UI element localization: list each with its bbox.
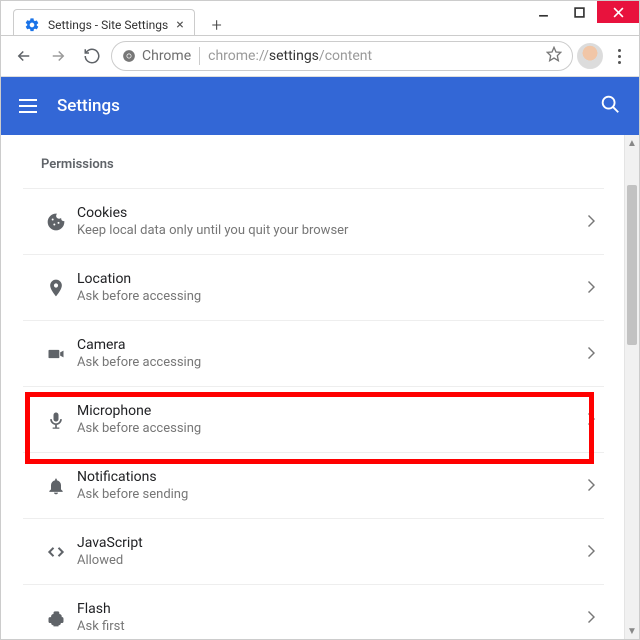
row-title: JavaScript xyxy=(77,535,588,551)
row-text: Flash Ask first xyxy=(77,601,588,634)
window-close-button[interactable] xyxy=(597,1,639,23)
notifications-icon xyxy=(35,476,77,496)
javascript-icon xyxy=(35,542,77,562)
row-text: JavaScript Allowed xyxy=(77,535,588,568)
permission-row-flash[interactable]: Flash Ask first xyxy=(23,584,604,639)
permission-row-camera[interactable]: Camera Ask before accessing xyxy=(23,320,604,386)
chevron-right-icon xyxy=(588,542,596,561)
row-desc: Ask before accessing xyxy=(77,355,588,370)
row-title: Location xyxy=(77,271,588,287)
cookies-icon xyxy=(35,212,77,232)
menu-icon[interactable] xyxy=(19,95,41,117)
row-desc: Keep local data only until you quit your… xyxy=(77,223,588,238)
row-desc: Ask first xyxy=(77,619,588,634)
settings-list: Permissions Cookies Keep local data only … xyxy=(1,135,624,639)
row-desc: Ask before sending xyxy=(77,487,588,502)
chevron-right-icon xyxy=(588,212,596,231)
browser-toolbar: Chrome chrome://settings/content xyxy=(1,35,639,77)
content-area: Permissions Cookies Keep local data only … xyxy=(1,135,639,639)
scrollbar[interactable]: ▲ ▼ xyxy=(624,135,639,639)
chevron-right-icon xyxy=(588,410,596,429)
row-desc: Ask before accessing xyxy=(77,421,588,436)
scroll-thumb[interactable] xyxy=(627,185,637,345)
scroll-down-arrow[interactable]: ▼ xyxy=(625,623,639,639)
tab-strip: Settings - Site Settings × + xyxy=(1,5,499,39)
row-text: Location Ask before accessing xyxy=(77,271,588,304)
camera-icon xyxy=(35,344,77,364)
flash-icon xyxy=(35,608,77,628)
row-text: Camera Ask before accessing xyxy=(77,337,588,370)
microphone-icon xyxy=(35,410,77,430)
browser-menu-button[interactable] xyxy=(607,49,631,64)
chevron-right-icon xyxy=(588,608,596,627)
row-title: Flash xyxy=(77,601,588,617)
profile-avatar[interactable] xyxy=(577,43,603,69)
row-desc: Ask before accessing xyxy=(77,289,588,304)
chrome-icon xyxy=(122,49,136,63)
location-icon xyxy=(35,278,77,298)
back-button[interactable] xyxy=(9,41,39,71)
window-maximize-button[interactable] xyxy=(561,1,597,23)
row-text: Cookies Keep local data only until you qu… xyxy=(77,205,588,238)
chrome-scheme-badge: Chrome xyxy=(122,48,191,64)
row-title: Camera xyxy=(77,337,588,353)
permission-row-javascript[interactable]: JavaScript Allowed xyxy=(23,518,604,584)
window-minimize-button[interactable] xyxy=(525,1,561,23)
divider xyxy=(199,47,200,65)
row-title: Microphone xyxy=(77,403,588,419)
scheme-label: Chrome xyxy=(142,48,191,64)
search-button[interactable] xyxy=(599,93,621,119)
chevron-right-icon xyxy=(588,476,596,495)
chevron-right-icon xyxy=(588,344,596,363)
settings-header: Settings xyxy=(1,77,639,135)
permission-row-location[interactable]: Location Ask before accessing xyxy=(23,254,604,320)
page-title: Settings xyxy=(57,96,120,116)
permission-row-cookies[interactable]: Cookies Keep local data only until you qu… xyxy=(23,188,604,254)
section-title: Permissions xyxy=(23,135,604,188)
close-icon[interactable]: × xyxy=(176,17,183,33)
row-text: Notifications Ask before sending xyxy=(77,469,588,502)
forward-button[interactable] xyxy=(43,41,73,71)
row-desc: Allowed xyxy=(77,553,588,568)
window-frame: Settings - Site Settings × + Chrome chro… xyxy=(0,0,640,640)
address-bar[interactable]: Chrome chrome://settings/content xyxy=(111,41,573,71)
scroll-up-arrow[interactable]: ▲ xyxy=(625,135,639,151)
row-text: Microphone Ask before accessing xyxy=(77,403,588,436)
url-text: chrome://settings/content xyxy=(208,48,372,64)
bookmark-star-icon[interactable] xyxy=(546,46,562,66)
row-title: Notifications xyxy=(77,469,588,485)
chevron-right-icon xyxy=(588,278,596,297)
reload-button[interactable] xyxy=(77,41,107,71)
row-title: Cookies xyxy=(77,205,588,221)
tab-title: Settings - Site Settings xyxy=(48,18,168,32)
permission-row-notifications[interactable]: Notifications Ask before sending xyxy=(23,452,604,518)
permission-row-microphone[interactable]: Microphone Ask before accessing xyxy=(23,386,604,452)
gear-icon xyxy=(24,17,40,33)
